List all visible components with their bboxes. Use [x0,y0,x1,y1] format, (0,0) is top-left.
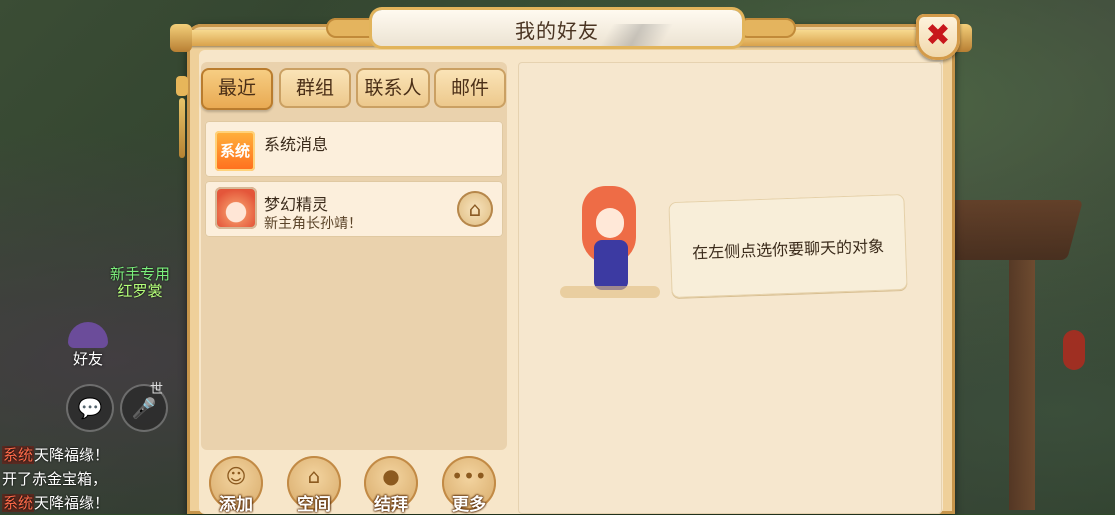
chat-line: 开了赤金宝箱， [2,470,108,488]
list-item-system[interactable]: 系统 系统消息 [205,121,503,177]
cloud-ornament-right [738,18,796,38]
space-label: 空间 [297,495,331,515]
npc-name: 红罗裳 [117,282,163,300]
more-button[interactable]: ••• 更多 [441,456,497,515]
hud-friend-label: 好友 [72,350,103,368]
tab-contacts[interactable]: 联系人 [356,68,430,108]
pavilion-pillar [1009,260,1035,510]
tassel-ornament [176,48,188,166]
house-icon: ⌂ [307,464,321,488]
jar-icon: ● [382,464,400,488]
hint-bubble: 在左侧点选你要聊天的对象 [668,193,908,299]
npc-name-label[interactable]: 新手专用 红罗裳 [110,266,170,300]
close-button[interactable]: ✖ [916,14,960,60]
home-icon[interactable]: ⌂ [457,191,493,227]
list-item-message: 新主角长孙靖！ [264,216,362,232]
panel-title: 我的好友 [515,19,599,43]
add-friend-button[interactable]: ☺ 添加 [208,456,264,515]
world-channel-label: 世 [150,382,164,397]
tab-mail[interactable]: 邮件 [434,68,506,108]
system-icon: 系统 [215,131,255,171]
more-label: 更多 [452,495,486,515]
npc-title: 新手专用 [110,265,171,283]
list-item-contact[interactable]: 梦幻精灵 新主角长孙靖！ ⌂ [205,181,503,237]
chat-line: 系统天降福缘！ [2,446,110,464]
chat-bubble-icon[interactable]: 💬 [66,384,114,432]
hud-friend-button[interactable]: 好友 [64,322,112,374]
chat-hint-text: 在左侧点选你要聊天的对象 [691,236,885,263]
more-icon: ••• [451,464,487,488]
add-friend-icon: ☺ [225,464,247,488]
chat-line: 系统天降福缘！ [2,494,110,512]
space-button[interactable]: ⌂ 空间 [286,456,342,515]
tab-groups[interactable]: 群组 [279,68,351,108]
list-item-name: 梦幻精灵 [264,195,329,214]
fairy-sprite-illustration [560,186,660,298]
avatar [215,187,257,229]
add-friend-label: 添加 [219,495,253,515]
sworn-brother-button[interactable]: ● 结拜 [363,456,419,515]
title-plate: 我的好友 [372,10,742,46]
chat-log: 系统天降福缘！ 开了赤金宝箱， 系统天降福缘！ [2,443,109,515]
close-icon: ✖ [925,18,951,53]
friend-hat-icon [68,322,108,348]
red-lantern [1063,330,1085,370]
sworn-brother-label: 结拜 [374,495,408,515]
list-item-name: 系统消息 [264,135,329,154]
tab-recent[interactable]: 最近 [201,68,273,110]
